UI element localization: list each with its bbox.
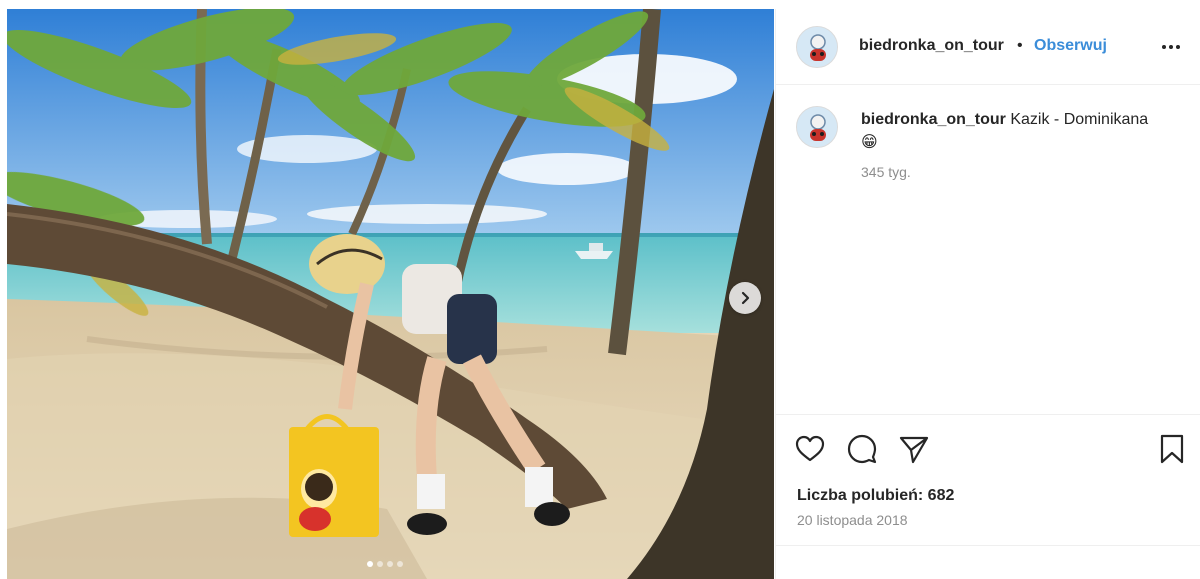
caption-text: biedronka_on_tour Kazik - Dominikana 😁 [861,108,1161,154]
bookmark-icon [1160,434,1184,464]
carousel-indicator [367,561,403,567]
like-button[interactable] [794,433,826,465]
chevron-right-icon [741,291,750,305]
header-separator: • [1017,37,1023,54]
header-username[interactable]: biedronka_on_tour [859,37,1004,55]
post-caption: biedronka_on_tour Kazik - Dominikana 😁 3… [776,86,1200,414]
caption-username[interactable]: biedronka_on_tour [861,111,1006,128]
avatar-image [797,27,837,67]
share-icon [899,436,929,464]
more-options-button[interactable] [1156,35,1186,59]
avatar[interactable] [796,26,838,68]
save-button[interactable] [1156,433,1188,465]
carousel-dot [377,561,383,567]
likes-count[interactable]: Liczba polubień: 682 [797,487,954,505]
comment-button[interactable] [846,433,878,465]
divider [776,545,1200,546]
carousel-dot [397,561,403,567]
post-date: 20 listopada 2018 [797,512,908,528]
post-media[interactable] [7,9,774,579]
post-side-panel: biedronka_on_tour • Obserwuj biedronka_o… [775,9,1200,579]
share-button[interactable] [898,433,930,465]
caption-timestamp[interactable]: 345 tyg. [861,164,911,180]
post-actions [776,414,1200,469]
heart-icon [795,435,825,462]
caption-avatar[interactable] [796,106,838,148]
beach-photo [7,9,774,579]
carousel-dot [367,561,373,567]
more-horizontal-icon [1162,45,1180,49]
carousel-dot [387,561,393,567]
comment-icon [847,434,877,464]
avatar-image [797,107,837,147]
follow-button[interactable]: Obserwuj [1034,37,1107,55]
post-header: biedronka_on_tour • Obserwuj [776,9,1200,85]
carousel-next-button[interactable] [729,282,761,314]
